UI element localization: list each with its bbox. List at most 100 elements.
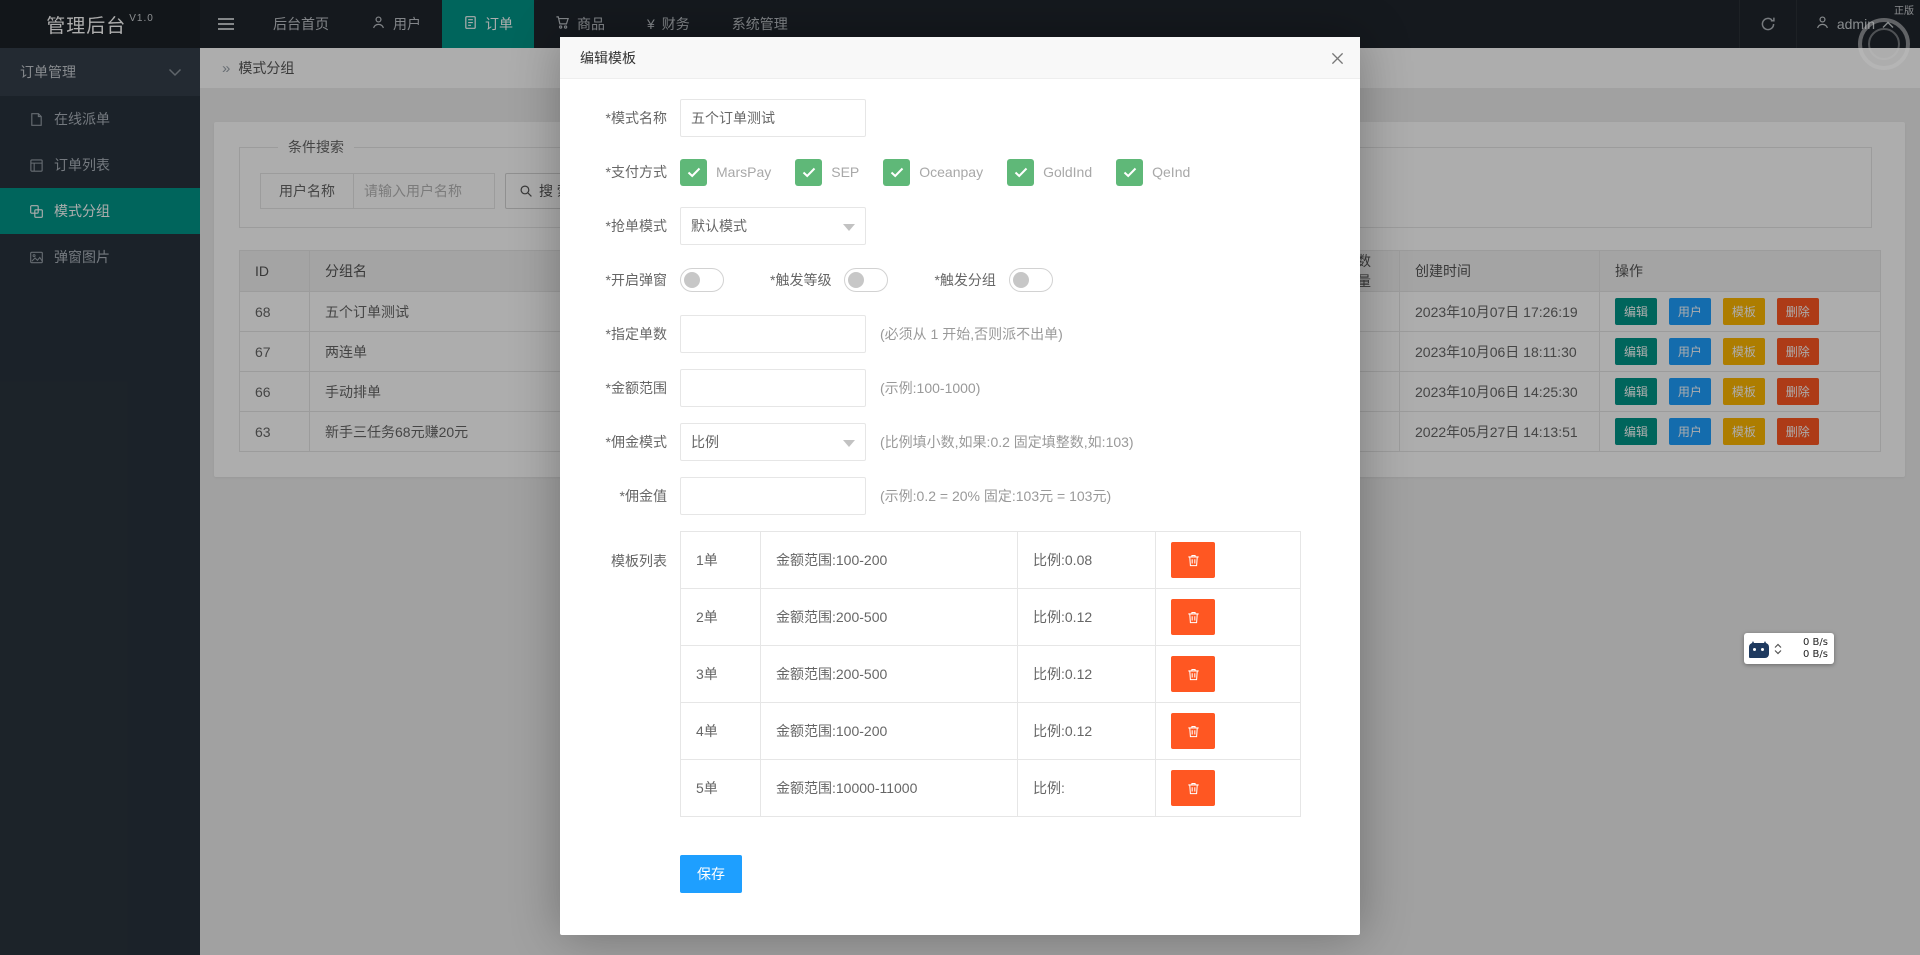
template-row: 1单 金额范围:100-200 比例:0.08	[681, 532, 1301, 589]
template-range: 金额范围:100-200	[761, 532, 1018, 589]
template-range: 金额范围:10000-11000	[761, 760, 1018, 817]
template-list-table: 1单 金额范围:100-200 比例:0.08 2单 金额范围:200-500 …	[680, 531, 1301, 817]
form-row-grab-mode: *抢单模式 默认模式	[560, 207, 1360, 245]
checkbox-checked-icon	[883, 159, 910, 186]
payment-label: *支付方式	[560, 162, 680, 182]
cat-icon	[1749, 643, 1769, 658]
template-ratio: 比例:0.12	[1018, 646, 1156, 703]
chevron-down-icon	[843, 224, 855, 237]
template-order: 4单	[681, 703, 761, 760]
trash-icon	[1186, 667, 1201, 682]
updown-arrows-icon	[1774, 643, 1782, 655]
payment-checkbox-marspay[interactable]: MarsPay	[680, 159, 771, 186]
template-order: 2单	[681, 589, 761, 646]
mode-name-label: *模式名称	[560, 108, 680, 128]
template-row: 2单 金额范围:200-500 比例:0.12	[681, 589, 1301, 646]
checkbox-checked-icon	[1007, 159, 1034, 186]
order-count-input[interactable]	[680, 315, 866, 353]
upload-speed: 0 B/s	[1803, 637, 1828, 649]
form-row-toggles: *开启弹窗 *触发等级 *触发分组	[560, 261, 1360, 299]
template-actions	[1156, 760, 1301, 817]
order-count-label: *指定单数	[560, 324, 680, 344]
delete-template-button[interactable]	[1171, 599, 1215, 635]
template-ratio: 比例:	[1018, 760, 1156, 817]
payment-checkbox-sep[interactable]: SEP	[795, 159, 859, 186]
mode-name-input[interactable]	[680, 99, 866, 137]
template-actions	[1156, 589, 1301, 646]
template-actions	[1156, 532, 1301, 589]
template-ratio: 比例:0.12	[1018, 589, 1156, 646]
trigger-level-toggle[interactable]	[844, 268, 888, 292]
trash-icon	[1186, 610, 1201, 625]
genuine-watermark: 正版	[1894, 2, 1914, 17]
grab-mode-label: *抢单模式	[560, 216, 680, 236]
checkbox-label: QeInd	[1152, 164, 1190, 180]
network-monitor-widget[interactable]: 0 B/s 0 B/s	[1744, 633, 1834, 664]
modal-title: 编辑模板	[580, 50, 636, 66]
order-count-hint: (必须从 1 开始,否则派不出单)	[880, 324, 1063, 344]
delete-template-button[interactable]	[1171, 656, 1215, 692]
template-order: 1单	[681, 532, 761, 589]
checkbox-checked-icon	[795, 159, 822, 186]
template-row: 4单 金额范围:100-200 比例:0.12	[681, 703, 1301, 760]
commission-value-hint: (示例:0.2 = 20% 固定:103元 = 103元)	[880, 486, 1111, 506]
trigger-level-label: *触发等级	[770, 270, 831, 290]
template-list-label: 模板列表	[560, 531, 680, 571]
trash-icon	[1186, 724, 1201, 739]
form-row-commission-value: *佣金值 (示例:0.2 = 20% 固定:103元 = 103元)	[560, 477, 1360, 515]
form-row-order-count: *指定单数 (必须从 1 开始,否则派不出单)	[560, 315, 1360, 353]
modal-header: 编辑模板	[560, 37, 1360, 79]
badge-watermark-icon	[1858, 18, 1910, 70]
close-icon[interactable]	[1328, 49, 1346, 67]
delete-template-button[interactable]	[1171, 542, 1215, 578]
popup-toggle-label: *开启弹窗	[560, 270, 680, 290]
grab-mode-select[interactable]: 默认模式	[680, 207, 866, 245]
amount-range-hint: (示例:100-1000)	[880, 378, 980, 398]
payment-checkbox-oceanpay[interactable]: Oceanpay	[883, 159, 983, 186]
form-row-commission-mode: *佣金模式 比例 (比例填小数,如果:0.2 固定填整数,如:103)	[560, 423, 1360, 461]
trigger-group-toggle[interactable]	[1009, 268, 1053, 292]
checkbox-checked-icon	[1116, 159, 1143, 186]
commission-value-input[interactable]	[680, 477, 866, 515]
template-range: 金额范围:200-500	[761, 589, 1018, 646]
checkbox-label: SEP	[831, 164, 859, 180]
template-order: 5单	[681, 760, 761, 817]
form-row-payment: *支付方式 MarsPay SEP Oceanpay GoldInd QeInd	[560, 153, 1360, 191]
amount-range-label: *金额范围	[560, 378, 680, 398]
checkbox-label: GoldInd	[1043, 164, 1092, 180]
delete-template-button[interactable]	[1171, 770, 1215, 806]
trash-icon	[1186, 553, 1201, 568]
trash-icon	[1186, 781, 1201, 796]
form-row-mode-name: *模式名称	[560, 99, 1360, 137]
save-button[interactable]: 保存	[680, 855, 742, 893]
modal-body: *模式名称 *支付方式 MarsPay SEP Oceanpay GoldInd	[560, 79, 1360, 935]
chevron-down-icon	[843, 440, 855, 453]
template-ratio: 比例:0.12	[1018, 703, 1156, 760]
template-order: 3单	[681, 646, 761, 703]
popup-toggle[interactable]	[680, 268, 724, 292]
commission-mode-hint: (比例填小数,如果:0.2 固定填整数,如:103)	[880, 432, 1134, 452]
trigger-group-label: *触发分组	[934, 270, 995, 290]
select-value: 比例	[691, 434, 719, 450]
commission-value-label: *佣金值	[560, 486, 680, 506]
template-row: 3单 金额范围:200-500 比例:0.12	[681, 646, 1301, 703]
template-range: 金额范围:100-200	[761, 703, 1018, 760]
edit-template-modal: 编辑模板 *模式名称 *支付方式 MarsPay SEP Oceanpay	[560, 37, 1360, 935]
amount-range-input[interactable]	[680, 369, 866, 407]
commission-mode-label: *佣金模式	[560, 432, 680, 452]
template-actions	[1156, 703, 1301, 760]
delete-template-button[interactable]	[1171, 713, 1215, 749]
payment-checkbox-goldind[interactable]: GoldInd	[1007, 159, 1092, 186]
checkbox-label: Oceanpay	[919, 164, 983, 180]
commission-mode-select[interactable]: 比例	[680, 423, 866, 461]
checkbox-checked-icon	[680, 159, 707, 186]
template-actions	[1156, 646, 1301, 703]
form-row-template-list: 模板列表 1单 金额范围:100-200 比例:0.08 2单 金额范围:200…	[560, 531, 1360, 817]
select-value: 默认模式	[691, 218, 747, 234]
template-row: 5单 金额范围:10000-11000 比例:	[681, 760, 1301, 817]
download-speed: 0 B/s	[1803, 649, 1828, 661]
checkbox-label: MarsPay	[716, 164, 771, 180]
form-row-amount-range: *金额范围 (示例:100-1000)	[560, 369, 1360, 407]
payment-checkbox-qeind[interactable]: QeInd	[1116, 159, 1190, 186]
template-ratio: 比例:0.08	[1018, 532, 1156, 589]
